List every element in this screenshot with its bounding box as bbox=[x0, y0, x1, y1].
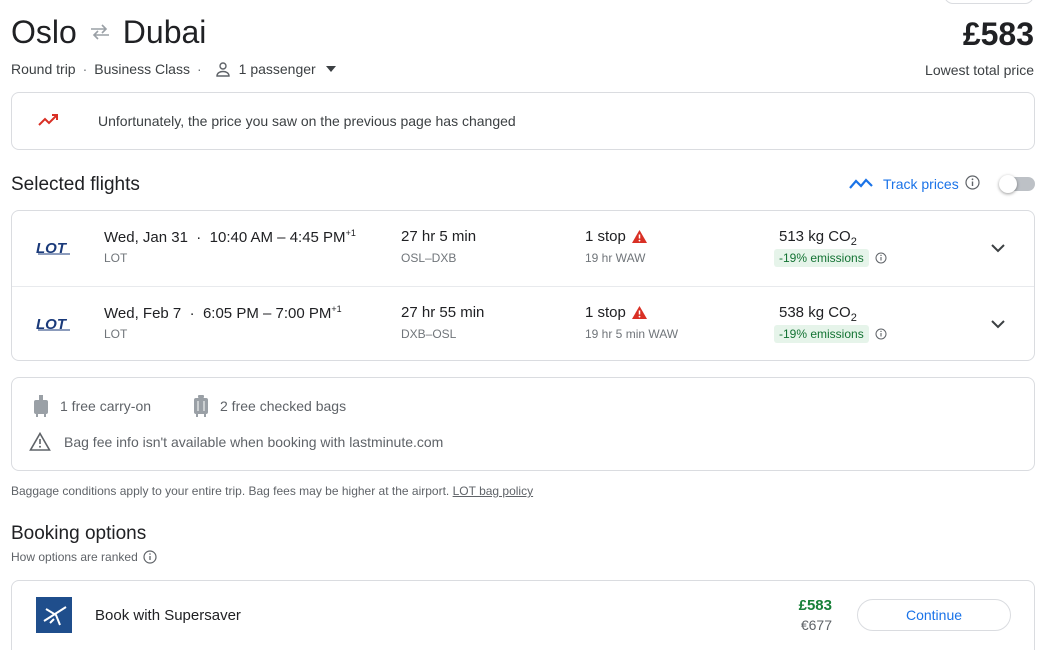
bag-fee-warning-text: Bag fee info isn't available when bookin… bbox=[64, 433, 444, 450]
info-icon[interactable] bbox=[965, 175, 980, 193]
separator-dot: · bbox=[82, 61, 88, 77]
flight-row-return[interactable]: LOT Wed, Feb 7 · 6:05 PM – 7:00 PM+1 LOT… bbox=[12, 286, 1034, 361]
total-price: £583 bbox=[962, 16, 1034, 52]
emissions-info: -19% emissions bbox=[774, 325, 887, 343]
section-title-selected-flights: Selected flights bbox=[11, 174, 140, 195]
flight-route: OSL–DXB bbox=[401, 251, 457, 265]
flight-duration: 27 hr 55 min bbox=[401, 304, 485, 321]
flight-date-times: Wed, Feb 7 · 6:05 PM – 7:00 PM+1 bbox=[104, 304, 342, 322]
trip-summary: Round trip · Business Class · 1 passenge… bbox=[11, 61, 336, 77]
supersaver-logo-icon bbox=[36, 597, 72, 633]
provider-name: Book with Supersaver bbox=[95, 607, 241, 624]
chevron-down-icon[interactable] bbox=[989, 239, 1007, 262]
flight-layover: 19 hr 5 min WAW bbox=[585, 327, 679, 341]
info-icon[interactable] bbox=[875, 328, 887, 340]
flight-stops: 1 stop bbox=[585, 304, 647, 321]
checked-bag-label: 2 free checked bags bbox=[220, 398, 347, 414]
top-edge-button[interactable] bbox=[944, 0, 1034, 4]
track-prices-label[interactable]: Track prices bbox=[883, 176, 959, 192]
emissions-info: -19% emissions bbox=[774, 249, 887, 267]
origin-city: Oslo bbox=[11, 13, 77, 50]
section-title-booking-options: Booking options bbox=[11, 523, 147, 544]
checked-bag-info: 2 free checked bags bbox=[194, 395, 346, 417]
warning-triangle-icon bbox=[631, 306, 647, 319]
track-prices-toggle[interactable] bbox=[999, 175, 1035, 193]
cabin-class: Business Class bbox=[94, 61, 190, 77]
trip-type: Round trip bbox=[11, 61, 76, 77]
flight-times: 10:40 AM – 4:45 PM bbox=[209, 229, 346, 246]
co2-subscript: 2 bbox=[850, 236, 857, 248]
co2-subscript: 2 bbox=[850, 312, 857, 324]
chevron-down-icon[interactable] bbox=[989, 315, 1007, 338]
trip-header: Oslo Dubai £583 Round trip · Business Cl… bbox=[11, 12, 1034, 82]
flight-row-outbound[interactable]: LOT Wed, Jan 31 · 10:40 AM – 4:45 PM+1 L… bbox=[12, 211, 1034, 286]
emissions-badge: -19% emissions bbox=[774, 325, 869, 343]
booking-option[interactable]: Book with Supersaver £583 €677 Continue bbox=[11, 580, 1035, 650]
flight-airline: LOT bbox=[104, 327, 128, 341]
flight-stops-label: 1 stop bbox=[585, 304, 626, 321]
carry-on-info: 1 free carry-on bbox=[34, 395, 151, 417]
toggle-thumb bbox=[999, 175, 1017, 193]
lot-logo-icon: LOT bbox=[36, 239, 72, 260]
price-change-notice: Unfortunately, the price you saw on the … bbox=[11, 92, 1035, 150]
route-title: Oslo Dubai bbox=[11, 12, 1034, 52]
flight-date: Wed, Jan 31 bbox=[104, 229, 188, 246]
flight-times: 6:05 PM – 7:00 PM bbox=[202, 305, 332, 322]
flight-co2: 513 kg CO2 bbox=[779, 228, 857, 248]
destination-city: Dubai bbox=[122, 13, 207, 50]
lot-logo-icon: LOT bbox=[36, 315, 72, 336]
price-caption: Lowest total price bbox=[925, 62, 1034, 78]
trend-line-icon bbox=[849, 176, 873, 193]
ranking-info[interactable]: How options are ranked bbox=[11, 550, 157, 564]
baggage-card: 1 free carry-on 2 free checked bags Bag … bbox=[11, 377, 1035, 471]
svg-text:LOT: LOT bbox=[36, 316, 68, 331]
svg-text:LOT: LOT bbox=[36, 240, 68, 255]
flight-duration: 27 hr 5 min bbox=[401, 228, 477, 245]
bag-fee-warning: Bag fee info isn't available when bookin… bbox=[29, 432, 443, 451]
bag-policy-link[interactable]: LOT bag policy bbox=[453, 484, 534, 498]
baggage-note-text: Baggage conditions apply to your entire … bbox=[11, 484, 450, 498]
carry-on-bag-icon bbox=[34, 395, 48, 417]
trending-up-icon bbox=[38, 113, 60, 132]
co2-value: 513 kg CO bbox=[779, 228, 851, 245]
carry-on-label: 1 free carry-on bbox=[60, 398, 152, 414]
ranking-info-label[interactable]: How options are ranked bbox=[11, 550, 138, 564]
person-icon bbox=[215, 61, 231, 77]
selected-flights-card: LOT Wed, Jan 31 · 10:40 AM – 4:45 PM+1 L… bbox=[11, 210, 1035, 361]
separator-dot: · bbox=[185, 305, 199, 322]
continue-button[interactable]: Continue bbox=[857, 599, 1011, 631]
flight-route: DXB–OSL bbox=[401, 327, 457, 341]
track-prices[interactable]: Track prices bbox=[849, 175, 980, 193]
info-icon[interactable] bbox=[143, 550, 157, 564]
baggage-note: Baggage conditions apply to your entire … bbox=[11, 484, 533, 498]
warning-triangle-icon bbox=[29, 432, 51, 451]
flight-airline: LOT bbox=[104, 251, 128, 265]
info-icon[interactable] bbox=[875, 252, 887, 264]
notice-message: Unfortunately, the price you saw on the … bbox=[98, 113, 516, 129]
flight-date-times: Wed, Jan 31 · 10:40 AM – 4:45 PM+1 bbox=[104, 228, 356, 246]
flight-co2: 538 kg CO2 bbox=[779, 304, 857, 324]
day-offset: +1 bbox=[345, 228, 356, 238]
emissions-badge: -19% emissions bbox=[774, 249, 869, 267]
option-price: £583 bbox=[798, 597, 832, 614]
suitcase-icon bbox=[194, 395, 208, 417]
separator-dot: · bbox=[196, 61, 202, 77]
swap-arrows-icon bbox=[89, 24, 111, 40]
flight-stops: 1 stop bbox=[585, 228, 647, 245]
separator-dot: · bbox=[192, 229, 206, 246]
flight-layover: 19 hr WAW bbox=[585, 251, 646, 265]
passenger-selector[interactable]: 1 passenger bbox=[239, 61, 316, 77]
warning-triangle-icon bbox=[631, 230, 647, 243]
co2-value: 538 kg CO bbox=[779, 304, 851, 321]
flight-date: Wed, Feb 7 bbox=[104, 305, 182, 322]
flight-stops-label: 1 stop bbox=[585, 228, 626, 245]
option-alt-price: €677 bbox=[800, 617, 832, 633]
day-offset: +1 bbox=[331, 304, 342, 314]
caret-down-icon[interactable] bbox=[325, 66, 336, 72]
